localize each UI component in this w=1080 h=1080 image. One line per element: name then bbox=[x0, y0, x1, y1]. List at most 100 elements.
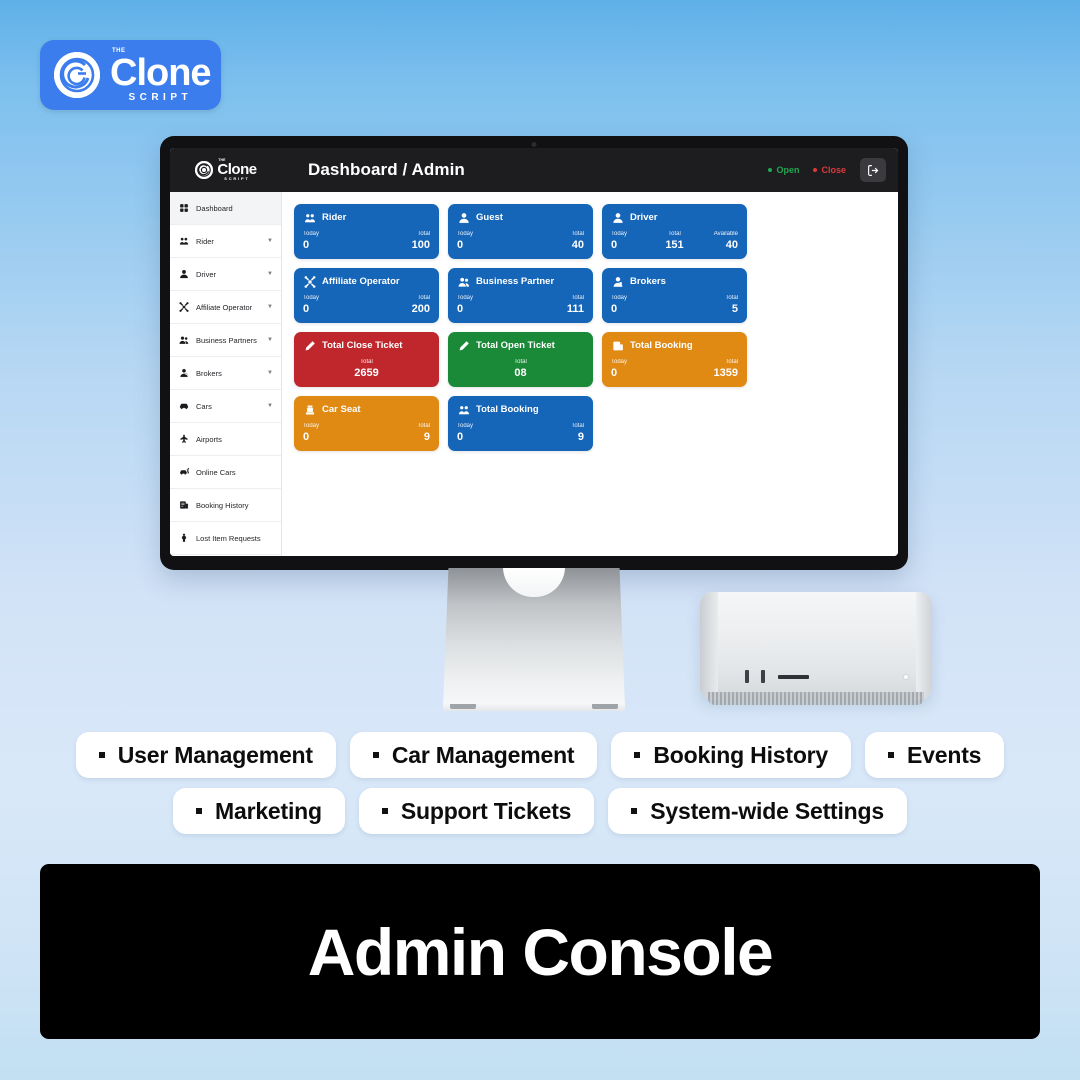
stat-card-title: Total Open Ticket bbox=[476, 340, 555, 351]
stat-label: Total bbox=[725, 295, 738, 301]
stat-card[interactable]: Rider Today 0 Total 100 bbox=[294, 204, 439, 259]
sidebar-item-online-cars[interactable]: Online Cars bbox=[170, 456, 281, 489]
feature-pill[interactable]: User Management bbox=[75, 732, 336, 778]
stat-column: Total 111 bbox=[521, 295, 584, 315]
online-car-icon bbox=[179, 467, 189, 475]
stat-card[interactable]: Brokers Today 0 Total 5 bbox=[602, 268, 747, 323]
sd-card-slot-icon bbox=[778, 675, 809, 679]
feature-pill[interactable]: System-wide Settings bbox=[608, 788, 907, 834]
sidebar-item-business-partners[interactable]: Business Partners ▼ bbox=[170, 324, 281, 357]
monitor-frame: THE Clone SCRIPT Dashboard / Admin Open … bbox=[160, 136, 908, 570]
booking-icon bbox=[612, 341, 623, 350]
monitor-stand bbox=[443, 568, 625, 706]
stat-label: Today bbox=[303, 231, 320, 237]
chevron-down-icon[interactable]: ▼ bbox=[267, 337, 273, 343]
page-title: Dashboard / Admin bbox=[308, 160, 465, 179]
feature-pill[interactable]: Events bbox=[865, 732, 1005, 778]
stat-value: 151 bbox=[665, 239, 684, 251]
bullet-icon bbox=[372, 752, 379, 758]
stat-value: 100 bbox=[411, 239, 430, 251]
people-icon bbox=[458, 277, 469, 287]
stat-card-stats: Today 0 Total 1359 bbox=[611, 359, 738, 379]
chevron-down-icon[interactable]: ▼ bbox=[267, 370, 273, 376]
stat-card-title: Rider bbox=[322, 212, 347, 223]
stand-notch bbox=[503, 568, 565, 597]
feature-pill[interactable]: Car Management bbox=[349, 732, 598, 778]
stat-card[interactable]: Total Booking Today 0 Total 9 bbox=[448, 396, 593, 451]
stat-card[interactable]: Total Booking Today 0 Total 1359 bbox=[602, 332, 747, 387]
stat-card[interactable]: Guest Today 0 Total 40 bbox=[448, 204, 593, 259]
stat-column: Today 0 bbox=[611, 295, 675, 315]
stat-column: Total 200 bbox=[367, 295, 430, 315]
stat-card-header: Affiliate Operator bbox=[303, 275, 430, 288]
feature-pill-label: Car Management bbox=[391, 741, 575, 768]
stat-card[interactable]: Total Close Ticket Total 2659 bbox=[294, 332, 439, 387]
stat-card-stats: Today 0 Total 200 bbox=[303, 295, 430, 315]
person-icon bbox=[458, 212, 469, 223]
chevron-down-icon[interactable]: ▼ bbox=[267, 403, 273, 409]
stat-label: Today bbox=[611, 359, 628, 365]
stat-column: Total 9 bbox=[367, 423, 430, 443]
stat-card[interactable]: Car Seat Today 0 Total 9 bbox=[294, 396, 439, 451]
network-icon bbox=[304, 275, 315, 288]
feature-pill[interactable]: Booking History bbox=[611, 732, 852, 778]
pencil-icon bbox=[457, 339, 470, 352]
stat-card-stats: Today 0 Total 100 bbox=[303, 231, 430, 251]
stat-value: 5 bbox=[731, 303, 738, 315]
webcam-icon bbox=[531, 142, 537, 147]
people-icon bbox=[178, 336, 188, 344]
sidebar-item-label: Airports bbox=[196, 434, 222, 444]
stat-card[interactable]: Affiliate Operator Today 0 Total 200 bbox=[294, 268, 439, 323]
stat-label: Total bbox=[571, 423, 584, 429]
stat-value: 200 bbox=[411, 303, 430, 315]
screen: THE Clone SCRIPT Dashboard / Admin Open … bbox=[170, 148, 898, 556]
stat-label: Today bbox=[611, 231, 628, 237]
close-dot-icon bbox=[813, 168, 818, 172]
sidebar-item-affiliate-operator[interactable]: Affiliate Operator ▼ bbox=[170, 291, 281, 324]
riders-icon bbox=[457, 403, 470, 416]
feature-pill[interactable]: Marketing bbox=[173, 788, 345, 834]
brand-logo-badge: THE Clone SCRIPT bbox=[40, 40, 221, 110]
lost-item-icon bbox=[178, 533, 189, 543]
logout-button[interactable] bbox=[860, 158, 886, 182]
sidebar-item-cars[interactable]: Cars ▼ bbox=[170, 390, 281, 423]
sidebar-item-booking-history[interactable]: Booking History bbox=[170, 489, 281, 522]
chevron-down-icon[interactable]: ▼ bbox=[267, 238, 273, 244]
power-led-icon bbox=[904, 675, 908, 679]
stat-card-title: Total Booking bbox=[476, 404, 539, 415]
sidebar-item-airports[interactable]: Airports bbox=[170, 423, 281, 456]
feature-pill[interactable]: Support Tickets bbox=[358, 788, 595, 834]
sidebar-item-rider[interactable]: Rider ▼ bbox=[170, 225, 281, 258]
network-icon bbox=[178, 302, 189, 312]
app-logo[interactable]: THE Clone SCRIPT bbox=[170, 158, 282, 182]
unit-vent-base bbox=[708, 692, 924, 705]
stat-card[interactable]: Driver Today 0 Total 151 Available 40 bbox=[602, 204, 747, 259]
sidebar-item-label: Online Cars bbox=[196, 467, 236, 477]
sidebar-item-brokers[interactable]: Brokers ▼ bbox=[170, 357, 281, 390]
stat-value: 40 bbox=[725, 239, 738, 251]
stat-card-header: Total Booking bbox=[611, 339, 738, 352]
sidebar-item-driver[interactable]: Driver ▼ bbox=[170, 258, 281, 291]
stat-card[interactable]: Total Open Ticket Total 08 bbox=[448, 332, 593, 387]
chevron-down-icon[interactable]: ▼ bbox=[267, 304, 273, 310]
stat-card[interactable]: Business Partner Today 0 Total 111 bbox=[448, 268, 593, 323]
usb-port-icon-1 bbox=[745, 670, 749, 683]
sidebar-item-label: Dashboard bbox=[196, 203, 233, 213]
app-header: THE Clone SCRIPT Dashboard / Admin Open … bbox=[170, 148, 898, 192]
sidebar-item-lost-item-requests[interactable]: Lost Item Requests bbox=[170, 522, 281, 555]
people-icon bbox=[457, 275, 470, 288]
stat-card-stats: Today 0 Total 111 bbox=[457, 295, 584, 315]
stat-card-stats: Today 0 Total 40 bbox=[457, 231, 584, 251]
stat-value: 0 bbox=[457, 239, 464, 251]
stat-label: Total bbox=[668, 231, 681, 237]
feature-pill-label: User Management bbox=[117, 741, 313, 768]
stat-value: 0 bbox=[303, 239, 310, 251]
car-icon bbox=[179, 403, 188, 409]
clone-script-logo-icon bbox=[54, 52, 100, 98]
sidebar-item-dashboard[interactable]: Dashboard bbox=[170, 192, 281, 225]
stat-card-header: Total Booking bbox=[457, 403, 584, 416]
bullet-icon bbox=[196, 808, 203, 814]
stat-card-header: Total Close Ticket bbox=[303, 339, 430, 352]
stat-card-stats: Today 0 Total 9 bbox=[303, 423, 430, 443]
chevron-down-icon[interactable]: ▼ bbox=[267, 271, 273, 277]
